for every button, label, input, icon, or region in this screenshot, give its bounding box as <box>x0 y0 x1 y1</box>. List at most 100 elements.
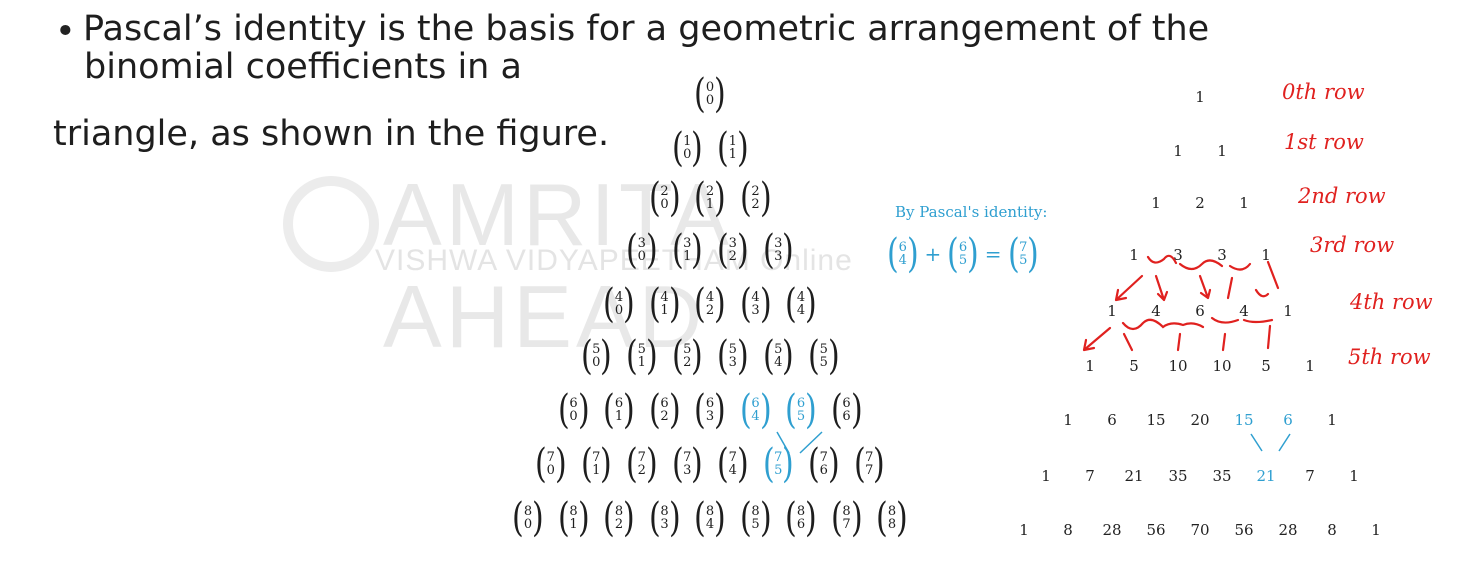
binomial-coefficient: (0 0) <box>694 71 726 117</box>
identity-binom-lhs-1: (6 4) <box>886 231 919 277</box>
triangle-number: 1 <box>1217 142 1227 160</box>
binomial-coefficient: (7 3) <box>671 441 704 487</box>
ink-arrow <box>1154 274 1169 302</box>
row-annotation-4: 4th row <box>1350 290 1433 314</box>
binomial-coefficient: (3 1) <box>671 227 704 273</box>
binomial-coefficient: (6 3) <box>694 387 726 433</box>
bullet-text-line-2: binomial coefficients in a <box>84 47 522 87</box>
binomial-row-1: (1 0) (1 1) <box>470 128 950 168</box>
binomial-coefficient: (5 0) <box>580 333 613 379</box>
triangle-number: 70 <box>1190 521 1210 539</box>
binomial-coefficient: (3 2) <box>716 227 749 273</box>
ink-arrow <box>1114 274 1144 302</box>
triangle-number: 56 <box>1146 521 1166 539</box>
binomial-coefficient: (7 4) <box>716 441 749 487</box>
ink-stroke <box>1266 324 1272 350</box>
triangle-number: 35 <box>1212 467 1232 485</box>
number-connector-right <box>1278 433 1291 452</box>
binomial-coefficient: (8 6) <box>785 495 817 541</box>
binomial-coefficient: (7 7) <box>853 441 886 487</box>
binomial-coefficient: (6 6) <box>830 387 863 433</box>
binomial-row-0: (0 0) <box>470 74 950 114</box>
ink-stroke <box>1176 332 1182 352</box>
binomial-row-2: (2 0) (2 1) (2 2) <box>470 178 950 218</box>
watermark-logo-icon <box>283 176 379 272</box>
ink-stroke <box>1226 276 1234 300</box>
binomial-coefficient: (6 5) <box>785 387 817 433</box>
triangle-number: 28 <box>1102 521 1122 539</box>
binomial-row-7: (7 0) (7 1) (7 2) (7 3) (7 4) (7 5) (7 6) (7 7) <box>470 444 950 484</box>
number-connector-left <box>1250 433 1263 452</box>
number-row-5: 1 5 10 10 5 1 <box>1000 357 1400 375</box>
bullet-text-line-1: Pascal’s identity is the basis for a geo… <box>83 9 1210 49</box>
triangle-number: 3 <box>1173 246 1183 264</box>
ink-stroke <box>1254 260 1280 298</box>
binomial-row-3: (3 0) (3 1) (3 2) (3 3) <box>470 230 950 270</box>
row-annotation-0: 0th row <box>1282 80 1365 104</box>
triangle-number: 1 <box>1085 357 1095 375</box>
triangle-number: 1 <box>1327 411 1337 429</box>
triangle-number: 1 <box>1019 521 1029 539</box>
binomial-row-5: (5 0) (5 1) (5 2) (5 3) (5 4) (5 5) <box>470 336 950 376</box>
binomial-coefficient: (8 8) <box>876 495 908 541</box>
triangle-number: 4 <box>1151 302 1161 320</box>
triangle-number: 7 <box>1305 467 1315 485</box>
triangle-number: 56 <box>1234 521 1254 539</box>
binomial-coefficient: (4 2) <box>694 281 726 327</box>
triangle-number: 1 <box>1173 142 1183 160</box>
binomial-coefficient: (8 7) <box>830 495 863 541</box>
triangle-number: 1 <box>1349 467 1359 485</box>
triangle-number: 1 <box>1129 246 1139 264</box>
binomial-coefficient: (5 3) <box>716 333 749 379</box>
binomial-coefficient: (2 2) <box>739 175 772 221</box>
binomial-coefficient: (7 5) <box>762 441 795 487</box>
binomial-coefficient: (2 0) <box>648 175 681 221</box>
binomial-row-6: (6 0) (6 1) (6 2) (6 3) (6 4) (6 5) (6 6) <box>470 390 950 430</box>
binomial-coefficient: (5 5) <box>807 333 840 379</box>
binomial-coefficient: (7 0) <box>534 441 567 487</box>
binomial-coefficient: (1 1) <box>716 125 749 171</box>
binomial-coefficient: (8 3) <box>648 495 681 541</box>
triangle-number: 21 <box>1256 467 1276 485</box>
triangle-number: 15 <box>1146 411 1166 429</box>
binomial-coefficient: (4 0) <box>603 281 635 327</box>
binomial-coefficient: (4 3) <box>739 281 772 327</box>
binomial-coefficient: (4 1) <box>648 281 681 327</box>
triangle-number: 3 <box>1217 246 1227 264</box>
binomial-coefficient: (3 0) <box>625 227 658 273</box>
binomial-coefficient: (8 5) <box>739 495 772 541</box>
triangle-number: 20 <box>1190 411 1210 429</box>
triangle-number: 5 <box>1129 357 1139 375</box>
ink-stroke <box>1121 318 1205 331</box>
binomial-coefficient: (7 6) <box>807 441 840 487</box>
number-row-6: 1 6 15 20 15 6 1 <box>1000 411 1400 429</box>
triangle-number: 1 <box>1041 467 1051 485</box>
row-annotation-3: 3rd row <box>1310 233 1395 257</box>
triangle-number: 8 <box>1063 521 1073 539</box>
triangle-number: 1 <box>1261 246 1271 264</box>
triangle-number: 35 <box>1168 467 1188 485</box>
ink-stroke <box>1228 262 1252 271</box>
ink-arrow <box>1082 326 1112 352</box>
binomial-coefficient: (8 4) <box>694 495 726 541</box>
binomial-coefficient: (6 4) <box>739 387 772 433</box>
triangle-number: 1 <box>1063 411 1073 429</box>
triangle-number: 1 <box>1283 302 1293 320</box>
binomial-row-4: (4 0) (4 1) (4 2) (4 3) (4 4) <box>470 284 950 324</box>
ink-arrow <box>1198 274 1212 300</box>
binomial-coefficient: (5 2) <box>671 333 704 379</box>
triangle-number: 10 <box>1168 357 1188 375</box>
bullet-icon: • <box>55 12 76 52</box>
binomial-coefficient: (5 1) <box>625 333 658 379</box>
ink-stroke <box>1122 332 1134 352</box>
triangle-number: 6 <box>1107 411 1117 429</box>
row-annotation-1: 1st row <box>1284 130 1364 154</box>
number-row-7: 1 7 21 35 35 21 7 1 <box>1000 467 1400 485</box>
triangle-number: 6 <box>1195 302 1205 320</box>
binomial-coefficient: (7 1) <box>580 441 613 487</box>
binomial-coefficient: (8 1) <box>557 495 590 541</box>
triangle-number: 8 <box>1327 521 1337 539</box>
triangle-number: 1 <box>1195 88 1205 106</box>
triangle-number: 6 <box>1283 411 1293 429</box>
number-row-8: 1 8 28 56 70 56 28 8 1 <box>1000 521 1400 539</box>
